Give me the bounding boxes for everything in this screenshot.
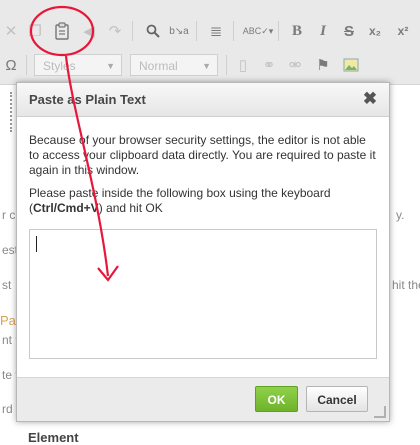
toolbar-separator — [196, 21, 197, 41]
cancel-button[interactable]: Cancel — [306, 386, 368, 412]
replace-icon[interactable]: b↘a — [168, 20, 190, 42]
dialog-instruction: Please paste inside the following box us… — [29, 186, 377, 216]
dialog-title: Paste as Plain Text — [29, 92, 146, 107]
copy-icon[interactable]: ❐ — [24, 20, 46, 42]
doc-text-fragment: y. — [396, 208, 405, 222]
dialog-title-bar[interactable]: Paste as Plain Text ✖ — [17, 83, 389, 117]
format-combo[interactable]: Normal ▼ — [130, 54, 218, 76]
toolbar-separator — [278, 21, 279, 41]
strike-icon[interactable]: S — [338, 20, 360, 42]
page-icon[interactable]: ▯ — [232, 54, 254, 76]
instruction-suffix: ) and hit OK — [98, 201, 163, 215]
cut-icon[interactable]: ✕ — [0, 20, 22, 42]
superscript-icon[interactable]: x² — [392, 20, 414, 42]
paste-plain-text-dialog: Paste as Plain Text ✖ Because of your br… — [16, 82, 390, 422]
doc-text-fragment: rd — [2, 402, 13, 416]
format-combo-label: Normal — [139, 59, 178, 73]
paste-textarea[interactable] — [29, 229, 377, 359]
flag-icon[interactable]: ⚑ — [312, 54, 334, 76]
image-icon[interactable] — [340, 54, 362, 76]
unlink-icon[interactable]: ⚮ — [284, 54, 306, 76]
special-char-icon[interactable]: Ω — [0, 54, 22, 76]
dialog-message: Because of your browser security setting… — [29, 133, 376, 177]
toolbar-separator — [132, 21, 133, 41]
toolbar-separator — [226, 55, 227, 75]
doc-heading-fragment: Element — [28, 430, 79, 445]
toolbar-row-1: ✕ ❐ ◀ ↷ b↘a ≣ ABC✓▾ B I S x₂ x² — [0, 16, 420, 46]
toolbar-separator — [26, 55, 27, 75]
ok-button[interactable]: OK — [255, 386, 298, 412]
styles-combo-label: Styles — [43, 59, 76, 73]
spellcheck-icon[interactable]: ABC✓▾ — [243, 20, 274, 42]
select-all-icon[interactable]: ≣ — [205, 20, 227, 42]
bold-icon[interactable]: B — [286, 20, 308, 42]
find-icon[interactable] — [142, 20, 164, 42]
chevron-down-icon: ▼ — [106, 61, 115, 71]
toolbar-separator — [233, 21, 234, 41]
editor-toolbar: ✕ ❐ ◀ ↷ b↘a ≣ ABC✓▾ B I S x₂ x² Ω Styles… — [0, 0, 420, 85]
italic-icon[interactable]: I — [312, 20, 334, 42]
link-icon[interactable]: ⚭ — [258, 54, 280, 76]
dialog-footer: OK Cancel — [17, 377, 389, 421]
text-caret — [36, 236, 37, 252]
styles-combo[interactable]: Styles ▼ — [34, 54, 122, 76]
paste-plain-text-icon[interactable] — [51, 20, 73, 42]
redo-icon[interactable]: ↷ — [104, 20, 126, 42]
dialog-body: Because of your browser security setting… — [29, 133, 377, 224]
close-icon[interactable]: ✖ — [361, 89, 379, 109]
chevron-down-icon: ▼ — [202, 61, 211, 71]
subscript-icon[interactable]: x₂ — [364, 20, 386, 42]
doc-text-fragment: hit the — [392, 278, 420, 292]
doc-text-fragment: st — [2, 278, 12, 292]
toolbar-row-2: Ω Styles ▼ Normal ▼ ▯ ⚭ ⚮ ⚑ — [0, 50, 420, 80]
undo-icon[interactable]: ◀ — [78, 20, 100, 42]
keyboard-shortcut: Ctrl/Cmd+V — [33, 201, 99, 215]
resize-handle[interactable] — [374, 406, 386, 418]
